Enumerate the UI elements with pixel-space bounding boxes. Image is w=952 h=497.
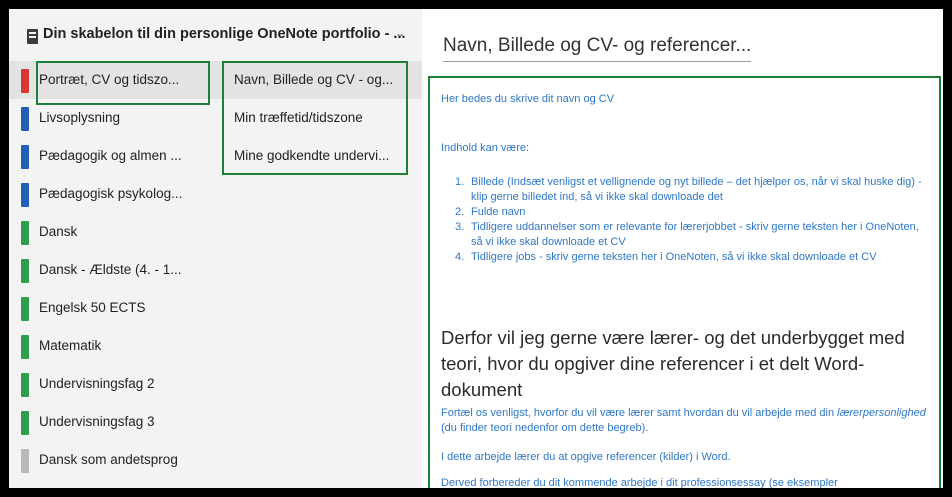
intro-text: Her bedes du skrive dit navn og CV (441, 93, 615, 105)
paragraph-1-emphasis: lærerpersonlighed (837, 407, 926, 419)
content-list: 1. Billede (Indsæt venligst et vellignen… (455, 175, 925, 265)
list-number: 1. (455, 176, 465, 188)
list-text: Tidligere uddannelser som er relevante f… (471, 221, 919, 248)
section-color-tab (21, 259, 29, 283)
section-label: Livsoplysning (39, 110, 121, 125)
section-item[interactable]: Dansk (9, 213, 219, 251)
list-item: 1. Billede (Indsæt venligst et vellignen… (455, 175, 925, 205)
section-color-tab (21, 297, 29, 321)
section-label: Dansk (39, 224, 78, 239)
section-color-tab (21, 449, 29, 473)
paragraph-1: Fortæl os venligst, hvorfor du vil være … (441, 406, 931, 436)
section-color-tab (21, 183, 29, 207)
paragraph-3: Derved forbereder du dit kommende arbejd… (441, 477, 838, 488)
section-color-tab (21, 335, 29, 359)
section-item[interactable]: Pædagogik og almen ... (9, 137, 219, 175)
section-label: Undervisningsfag 3 (39, 414, 155, 429)
section-label: Dansk som andetsprog (39, 452, 178, 467)
page-content[interactable]: Her bedes du skrive dit navn og CV Indho… (428, 76, 941, 488)
paragraph-2: I dette arbejde lærer du at opgive refer… (441, 451, 731, 463)
notebook-title[interactable]: Din skabelon til din personlige OneNote … (43, 26, 406, 42)
section-item[interactable]: Matematik (9, 327, 219, 365)
section-item[interactable]: Undervisningsfag 3 (9, 403, 219, 441)
chevron-down-icon[interactable]: ⌄ (395, 26, 405, 40)
notebook-icon (27, 29, 38, 44)
section-label: Matematik (39, 338, 102, 353)
section-color-tab (21, 411, 29, 435)
content-label: Indhold kan være: (441, 142, 530, 154)
section-label: Undervisningsfag 2 (39, 376, 155, 391)
highlight-section-box (36, 61, 210, 105)
section-item[interactable]: Engelsk 50 ECTS (9, 289, 219, 327)
section-label: Dansk - Ældste (4. - 1... (39, 262, 182, 277)
section-color-tab (21, 221, 29, 245)
list-number: 3. (455, 221, 465, 233)
section-item[interactable]: Undervisningsfag 2 (9, 365, 219, 403)
section-label: Engelsk 50 ECTS (39, 300, 146, 315)
list-item: 4. Tidligere jobs - skriv gerne teksten … (455, 250, 925, 265)
notebook-selector[interactable]: Din skabelon til din personlige OneNote … (9, 9, 422, 61)
list-number: 2. (455, 206, 465, 218)
section-list: Portræt, CV og tidszo... Livsoplysning P… (9, 61, 219, 479)
onenote-window: Din skabelon til din personlige OneNote … (9, 9, 943, 488)
list-item: 2. Fulde navn (455, 205, 925, 220)
paragraph-1-part-b: (du finder teori nedenfor om dette begre… (441, 422, 649, 434)
section-color-tab (21, 145, 29, 169)
list-number: 4. (455, 251, 465, 263)
section-color-tab (21, 69, 29, 93)
section-label: Pædagogisk psykolog... (39, 186, 183, 201)
section-label: Pædagogik og almen ... (39, 148, 182, 163)
list-text: Tidligere jobs - skriv gerne teksten her… (471, 251, 877, 263)
section-color-tab (21, 107, 29, 131)
paragraph-1-part-a: Fortæl os venligst, hvorfor du vil være … (441, 407, 838, 419)
navigation-pane: Din skabelon til din personlige OneNote … (9, 9, 422, 488)
page-title[interactable]: Navn, Billede og CV- og referencer... (443, 35, 752, 62)
content-heading: Derfor vil jeg gerne være lærer- og det … (441, 327, 905, 400)
section-item[interactable]: Pædagogisk psykolog... (9, 175, 219, 213)
list-text: Billede (Indsæt venligst et vellignende … (471, 176, 922, 203)
list-text: Fulde navn (471, 206, 526, 218)
section-color-tab (21, 373, 29, 397)
section-item[interactable]: Dansk - Ældste (4. - 1... (9, 251, 219, 289)
section-item[interactable]: Dansk som andetsprog (9, 441, 219, 479)
highlight-pages-box (222, 61, 408, 175)
list-item: 3. Tidligere uddannelser som er relevant… (455, 220, 925, 250)
